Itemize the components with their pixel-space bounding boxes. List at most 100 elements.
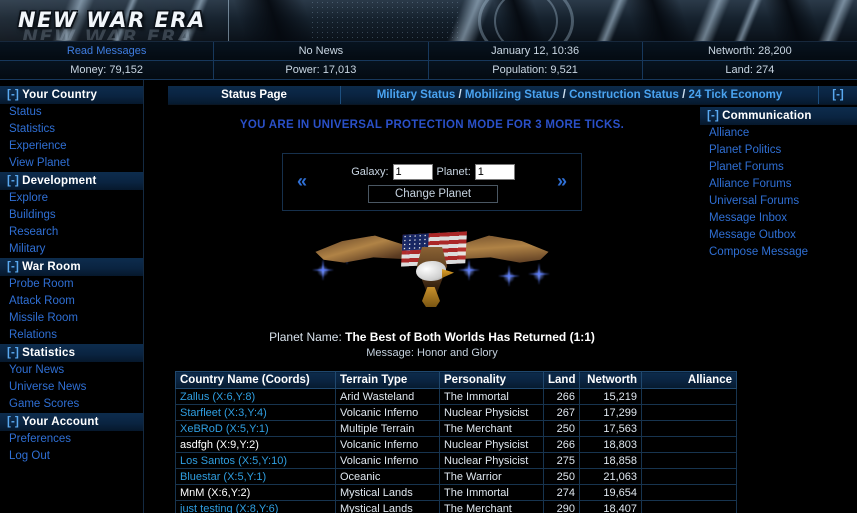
column-header-country-name[interactable]: Country Name (Coords) bbox=[175, 371, 336, 389]
status-cell-top-0[interactable]: Read Messages bbox=[0, 42, 215, 61]
cell-personality: Nuclear Physicist bbox=[439, 452, 544, 469]
sidebar-item-universe-news[interactable]: Universe News bbox=[0, 379, 143, 396]
galaxy-input[interactable] bbox=[392, 164, 433, 180]
sidebar-group-your-account[interactable]: [-] Your Account bbox=[0, 413, 143, 431]
country-link[interactable]: Bluestar (X:5,Y:1) bbox=[180, 471, 266, 483]
planet-name-label: Planet Name: bbox=[269, 330, 342, 344]
sidebar-item-buildings[interactable]: Buildings bbox=[0, 207, 143, 224]
sidebar-item-military[interactable]: Military bbox=[0, 241, 143, 258]
cell-country-name[interactable]: just testing (X:8,Y:6) bbox=[175, 500, 336, 513]
country-link[interactable]: Zallus (X:6,Y:8) bbox=[180, 391, 255, 403]
status-bar-row-1: Read Messages No News January 12, 10:36 Net… bbox=[0, 42, 857, 61]
sidebar-item-probe-room[interactable]: Probe Room bbox=[0, 276, 143, 293]
column-header-personality[interactable]: Personality bbox=[439, 371, 544, 389]
collapse-toggle-icon[interactable]: [-] bbox=[7, 416, 19, 428]
sidebar-item-research[interactable]: Research bbox=[0, 224, 143, 241]
collapse-toggle-icon[interactable]: [-] bbox=[707, 110, 719, 122]
communication-panel-label: Communication bbox=[722, 110, 812, 122]
column-header-alliance[interactable]: Alliance bbox=[641, 371, 737, 389]
planet-input[interactable] bbox=[474, 164, 515, 180]
cell-networth: 17,299 bbox=[579, 404, 642, 421]
collapse-toggle-icon[interactable]: [-] bbox=[7, 175, 19, 187]
banner-shape bbox=[729, 0, 767, 41]
table-row: MnM (X:6,Y:2) Mystical Lands The Immortal 2… bbox=[175, 484, 737, 501]
sidebar-group-development[interactable]: [-] Development bbox=[0, 172, 143, 190]
table-row: Zallus (X:6,Y:8) Arid Wasteland The Immort… bbox=[175, 388, 737, 405]
cell-terrain-type: Mystical Lands bbox=[335, 500, 440, 513]
cell-country-name[interactable]: XeBRoD (X:5,Y:1) bbox=[175, 420, 336, 437]
cell-country-name[interactable]: Los Santos (X:5,Y:10) bbox=[175, 452, 336, 469]
sidebar-item-statistics[interactable]: Statistics bbox=[0, 121, 143, 138]
sidebar-item-log-out[interactable]: Log Out bbox=[0, 448, 143, 465]
top-nav-link-construction-status[interactable]: Construction Status bbox=[569, 89, 679, 101]
status-cell-top-2: January 12, 10:36 bbox=[429, 42, 643, 61]
sidebar-item-status[interactable]: Status bbox=[0, 104, 143, 121]
sidebar-group-your-country[interactable]: [-] Your Country bbox=[0, 86, 143, 104]
sidebar-group-war-room[interactable]: [-] War Room bbox=[0, 258, 143, 276]
sidebar-item-explore[interactable]: Explore bbox=[0, 190, 143, 207]
sidebar-item-experience[interactable]: Experience bbox=[0, 138, 143, 155]
column-header-terrain-type[interactable]: Terrain Type bbox=[335, 371, 440, 389]
cell-country-name[interactable]: Zallus (X:6,Y:8) bbox=[175, 388, 336, 405]
communication-panel-header[interactable]: [-] Communication bbox=[700, 107, 857, 125]
status-cell-bottom-2: Population: 9,521 bbox=[429, 61, 643, 80]
communication-item-alliance[interactable]: Alliance bbox=[700, 125, 857, 142]
change-planet-button[interactable]: Change Planet bbox=[368, 185, 498, 203]
top-nav-link-military-status[interactable]: Military Status bbox=[377, 89, 456, 101]
star-icon bbox=[528, 263, 550, 285]
top-nav-link-mobilizing-status[interactable]: Mobilizing Status bbox=[465, 89, 560, 101]
banner-shape bbox=[231, 0, 319, 41]
country-link[interactable]: just testing (X:8,Y:6) bbox=[180, 503, 278, 513]
country-link[interactable]: Starfleet (X:3,Y:4) bbox=[180, 407, 267, 419]
communication-item-message-outbox[interactable]: Message Outbox bbox=[700, 227, 857, 244]
cell-country-name[interactable]: Bluestar (X:5,Y:1) bbox=[175, 468, 336, 485]
communication-item-universal-forums[interactable]: Universal Forums bbox=[700, 193, 857, 210]
collapse-toggle-icon[interactable]: [-] bbox=[7, 261, 19, 273]
status-cell-bottom-3: Land: 274 bbox=[725, 64, 775, 76]
cell-alliance bbox=[641, 468, 737, 485]
galaxy-label: Galaxy: bbox=[351, 166, 389, 178]
communication-item-planet-politics[interactable]: Planet Politics bbox=[700, 142, 857, 159]
status-cell-top-1: No News bbox=[214, 42, 429, 61]
site-banner: NEW WAR ERA NEW WAR ERA bbox=[0, 0, 857, 42]
cell-alliance bbox=[641, 484, 737, 501]
table-row: asdfgh (X:9,Y:2) Volcanic Inferno Nuclear … bbox=[175, 436, 737, 453]
cell-alliance bbox=[641, 404, 737, 421]
sidebar-item-missile-room[interactable]: Missile Room bbox=[0, 310, 143, 327]
sidebar-group-label: Development bbox=[22, 175, 97, 187]
cell-networth: 15,219 bbox=[579, 388, 642, 405]
sidebar-group-statistics[interactable]: [-] Statistics bbox=[0, 344, 143, 362]
communication-item-compose-message[interactable]: Compose Message bbox=[700, 244, 857, 261]
column-header-networth[interactable]: Networth bbox=[579, 371, 642, 389]
main-content: YOU ARE IN UNIVERSAL PROTECTION MODE FOR… bbox=[168, 105, 737, 513]
next-planet-arrow[interactable]: » bbox=[557, 172, 567, 190]
sidebar-item-your-news[interactable]: Your News bbox=[0, 362, 143, 379]
country-name-text: MnM (X:6,Y:2) bbox=[180, 486, 251, 499]
country-link[interactable]: Los Santos (X:5,Y:10) bbox=[180, 455, 287, 467]
communication-item-planet-forums[interactable]: Planet Forums bbox=[700, 159, 857, 176]
cell-land: 290 bbox=[543, 500, 580, 513]
sidebar-item-relations[interactable]: Relations bbox=[0, 327, 143, 344]
collapse-toggle-icon[interactable]: [-] bbox=[7, 89, 19, 101]
top-nav-link-24-tick-economy[interactable]: 24 Tick Economy bbox=[689, 89, 783, 101]
sidebar-item-game-scores[interactable]: Game Scores bbox=[0, 396, 143, 413]
table-row: Bluestar (X:5,Y:1) Oceanic The Warrior 250 2… bbox=[175, 468, 737, 485]
collapse-toggle-icon[interactable]: [-] bbox=[7, 347, 19, 359]
cell-country-name[interactable]: Starfleet (X:3,Y:4) bbox=[175, 404, 336, 421]
communication-item-alliance-forums[interactable]: Alliance Forums bbox=[700, 176, 857, 193]
cell-land: 250 bbox=[543, 420, 580, 437]
previous-planet-arrow[interactable]: « bbox=[297, 172, 307, 190]
communication-panel: [-] Communication Alliance Planet Politics P… bbox=[700, 107, 857, 261]
communication-item-message-inbox[interactable]: Message Inbox bbox=[700, 210, 857, 227]
country-link[interactable]: XeBRoD (X:5,Y:1) bbox=[180, 423, 269, 435]
cell-personality: Nuclear Physicist bbox=[439, 404, 544, 421]
sidebar-item-attack-room[interactable]: Attack Room bbox=[0, 293, 143, 310]
sidebar-item-view-planet[interactable]: View Planet bbox=[0, 155, 143, 172]
top-nav-collapse-toggle[interactable]: [-] bbox=[819, 86, 857, 104]
sidebar-item-preferences[interactable]: Preferences bbox=[0, 431, 143, 448]
column-header-land[interactable]: Land bbox=[543, 371, 580, 389]
planet-selector-inputs: Galaxy: Planet: bbox=[338, 164, 528, 180]
cell-networth: 21,063 bbox=[579, 468, 642, 485]
cell-alliance bbox=[641, 420, 737, 437]
banner-divider bbox=[228, 0, 229, 41]
